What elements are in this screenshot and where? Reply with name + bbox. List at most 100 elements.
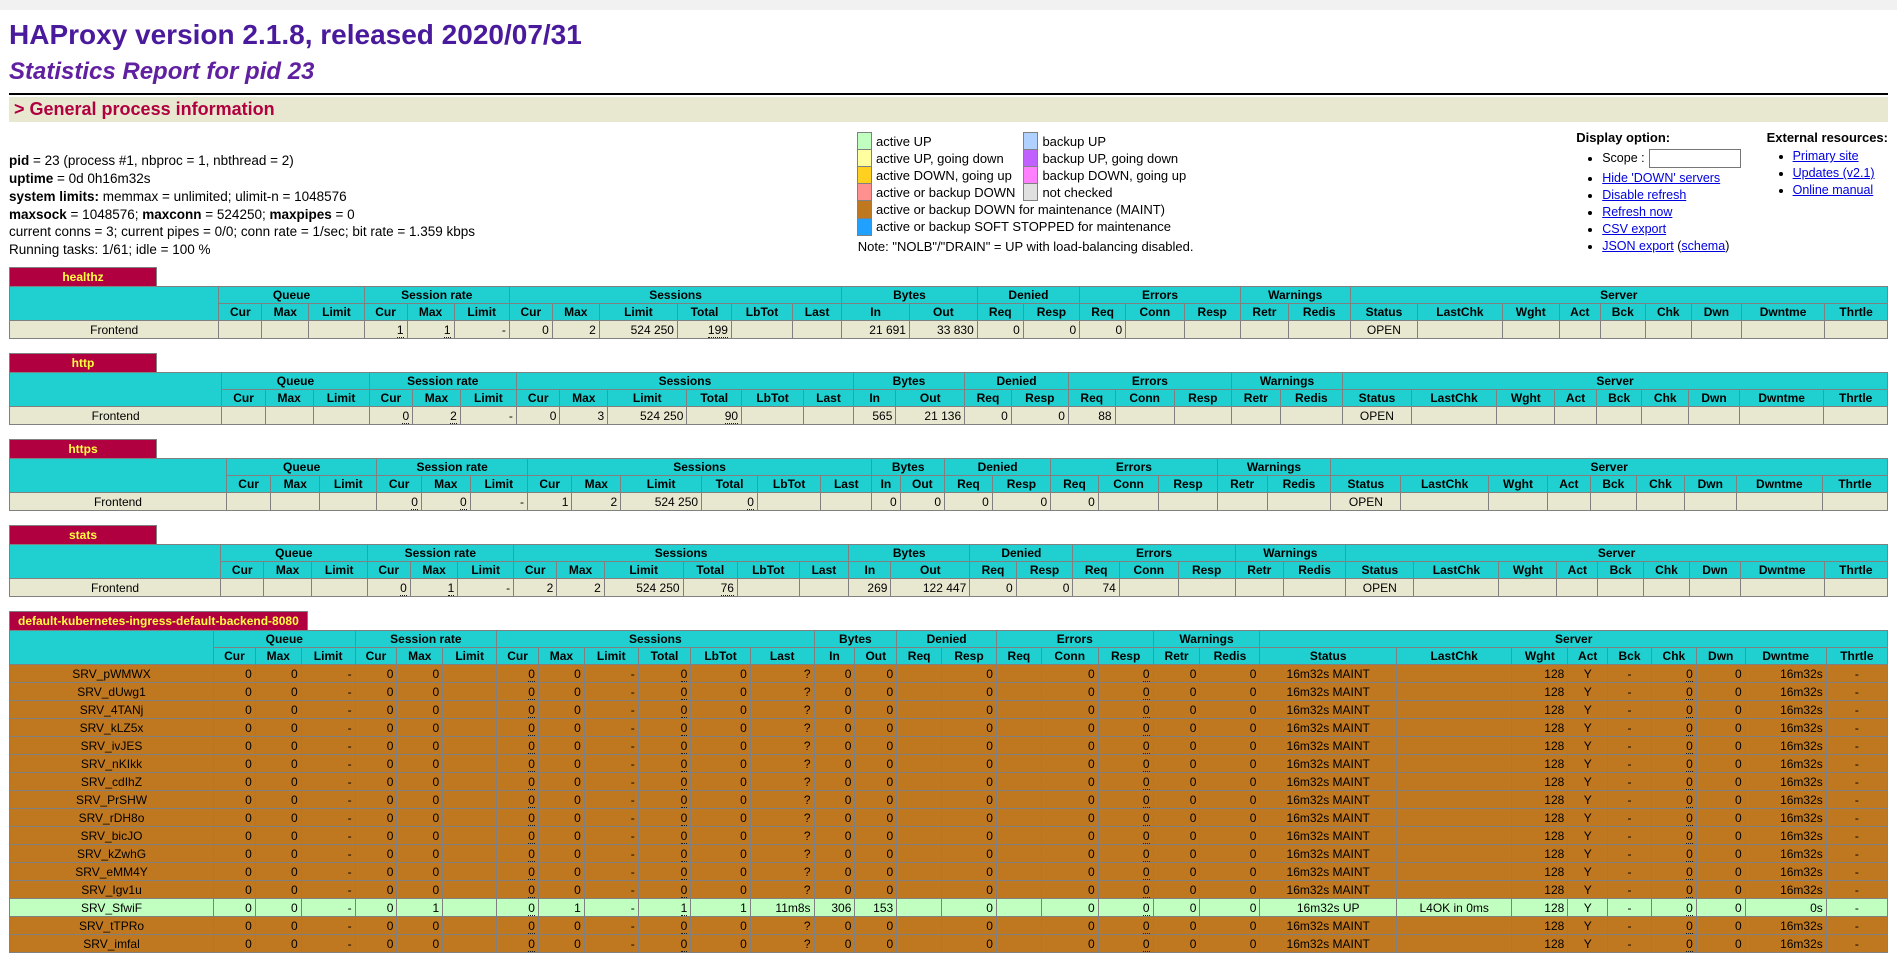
legend-color-swatch	[1024, 150, 1038, 167]
process-info-line: Running tasks: 1/61; idle = 100 %	[9, 241, 475, 259]
column-header-max: Max	[421, 476, 470, 493]
stat-cell: 0	[1200, 899, 1260, 917]
stat-cell: 0	[1696, 863, 1745, 881]
stat-cell	[1598, 579, 1643, 597]
stat-cell: 0	[638, 881, 691, 899]
link-csv-export[interactable]: CSV export	[1602, 222, 1666, 236]
stat-cell	[799, 579, 849, 597]
stat-cell: 0	[1098, 881, 1153, 899]
column-group-warnings: Warnings	[1231, 373, 1342, 390]
stat-cell	[1115, 407, 1174, 425]
stat-cell: 0	[1153, 665, 1200, 683]
stat-cell: 21 136	[896, 407, 965, 425]
stat-cell: 0	[1011, 407, 1068, 425]
stat-cell: -	[301, 719, 355, 737]
stat-cell: 0	[538, 845, 584, 863]
link-json-export[interactable]: JSON export	[1602, 239, 1674, 253]
stat-cell	[1231, 407, 1280, 425]
stat-cell	[897, 863, 942, 881]
stat-cell: 0	[355, 791, 397, 809]
stat-cell: -	[301, 665, 355, 683]
stat-cell: -	[584, 773, 638, 791]
stat-cell: -	[460, 407, 516, 425]
column-header-last: Last	[804, 390, 854, 407]
stat-cell	[1823, 493, 1888, 511]
proxy-name-healthz[interactable]: healthz	[10, 268, 157, 287]
stat-cell: -	[1826, 665, 1887, 683]
scope-input[interactable]	[1649, 149, 1741, 168]
proxy-name-stats[interactable]: stats	[10, 526, 157, 545]
stat-cell: 524 250	[608, 407, 687, 425]
stat-cell	[221, 579, 264, 597]
link-primary-site[interactable]: Primary site	[1793, 149, 1859, 163]
stat-cell: 0	[255, 827, 301, 845]
link-refresh-now[interactable]: Refresh now	[1602, 205, 1672, 219]
stat-cell: 0	[1200, 881, 1260, 899]
stat-cell: 0	[1016, 579, 1073, 597]
proxy-name-https[interactable]: https	[10, 440, 157, 459]
stat-cell: 0	[942, 899, 997, 917]
stat-cell: 0	[1200, 827, 1260, 845]
table-row: SRV_tTPRo00-0000-00?000000016m32s MAINT1…	[10, 917, 1888, 935]
stat-cell: 0	[942, 827, 997, 845]
stat-cell: 2	[514, 579, 557, 597]
legend-label: backup DOWN, going up	[1038, 167, 1194, 184]
table-row: SRV_cdIhZ00-0000-00?000000016m32s MAINT1…	[10, 773, 1888, 791]
column-group-denied: Denied	[977, 287, 1079, 304]
stat-cell: 0	[942, 719, 997, 737]
stat-cell: -	[584, 791, 638, 809]
column-header-thrtle: Thrtle	[1824, 390, 1888, 407]
column-header-bck: Bck	[1590, 476, 1637, 493]
stat-cell	[1548, 493, 1590, 511]
stat-cell: 0	[1098, 935, 1153, 953]
stat-cell: -	[301, 827, 355, 845]
stat-cell: 0	[497, 719, 539, 737]
link-json-schema[interactable]: schema	[1681, 239, 1725, 253]
stat-cell: OPEN	[1350, 321, 1418, 339]
column-group-session-rate: Session rate	[355, 631, 497, 648]
stat-cell: -	[584, 935, 638, 953]
stat-cell: 0	[638, 773, 691, 791]
stat-cell: 0	[1651, 737, 1696, 755]
column-header-chk: Chk	[1651, 648, 1696, 665]
stat-cell: 128	[1512, 845, 1568, 863]
stat-cell	[996, 935, 1041, 953]
stat-cell: 0	[1696, 737, 1745, 755]
stat-cell: 0	[1041, 935, 1098, 953]
stat-cell: 0	[942, 737, 997, 755]
legend-table-body: active UPbackup UPactive UP, going downb…	[858, 133, 1195, 236]
stat-cell: -	[1826, 917, 1887, 935]
stat-cell: ?	[750, 755, 814, 773]
stat-cell: -	[470, 493, 527, 511]
stat-cell: 0	[814, 737, 855, 755]
stat-cell: 0	[255, 809, 301, 827]
proxy-name-http[interactable]: http	[10, 354, 157, 373]
table-row: SRV_pWMWX00-0000-00?000000016m32s MAINT1…	[10, 665, 1888, 683]
stat-cell	[1396, 701, 1511, 719]
stat-cell: -	[584, 863, 638, 881]
column-header-resp: Resp	[1184, 304, 1240, 321]
link-disable-refresh[interactable]: Disable refresh	[1602, 188, 1686, 202]
stat-cell: 0	[691, 917, 751, 935]
column-header-wght: Wght	[1502, 304, 1559, 321]
column-header-limit: Limit	[309, 304, 364, 321]
stat-cell	[1596, 407, 1642, 425]
link-updates-v2-1[interactable]: Updates (v2.1)	[1793, 166, 1875, 180]
stat-cell	[1240, 321, 1288, 339]
link-hide-down-servers[interactable]: Hide 'DOWN' servers	[1602, 171, 1720, 185]
stat-cell: 0	[214, 809, 256, 827]
stat-cell: 0	[1696, 809, 1745, 827]
link-online-manual[interactable]: Online manual	[1793, 183, 1874, 197]
column-header-max: Max	[265, 390, 313, 407]
legend-label: backup UP	[1038, 133, 1194, 150]
stat-cell	[804, 407, 854, 425]
proxy-name-bar: https	[9, 439, 1888, 458]
stat-cell: 0	[855, 665, 897, 683]
stat-cell: -	[1826, 827, 1887, 845]
stat-cell: -	[1826, 773, 1887, 791]
table-row: SRV_SfwiF00-0101-1111m8s3061530000016m32…	[10, 899, 1888, 917]
stat-cell: 0	[1696, 701, 1745, 719]
column-header-req: Req	[1080, 304, 1126, 321]
proxy-name-backend[interactable]: default-kubernetes-ingress-default-backe…	[10, 612, 308, 631]
column-header-thrtle: Thrtle	[1825, 304, 1888, 321]
